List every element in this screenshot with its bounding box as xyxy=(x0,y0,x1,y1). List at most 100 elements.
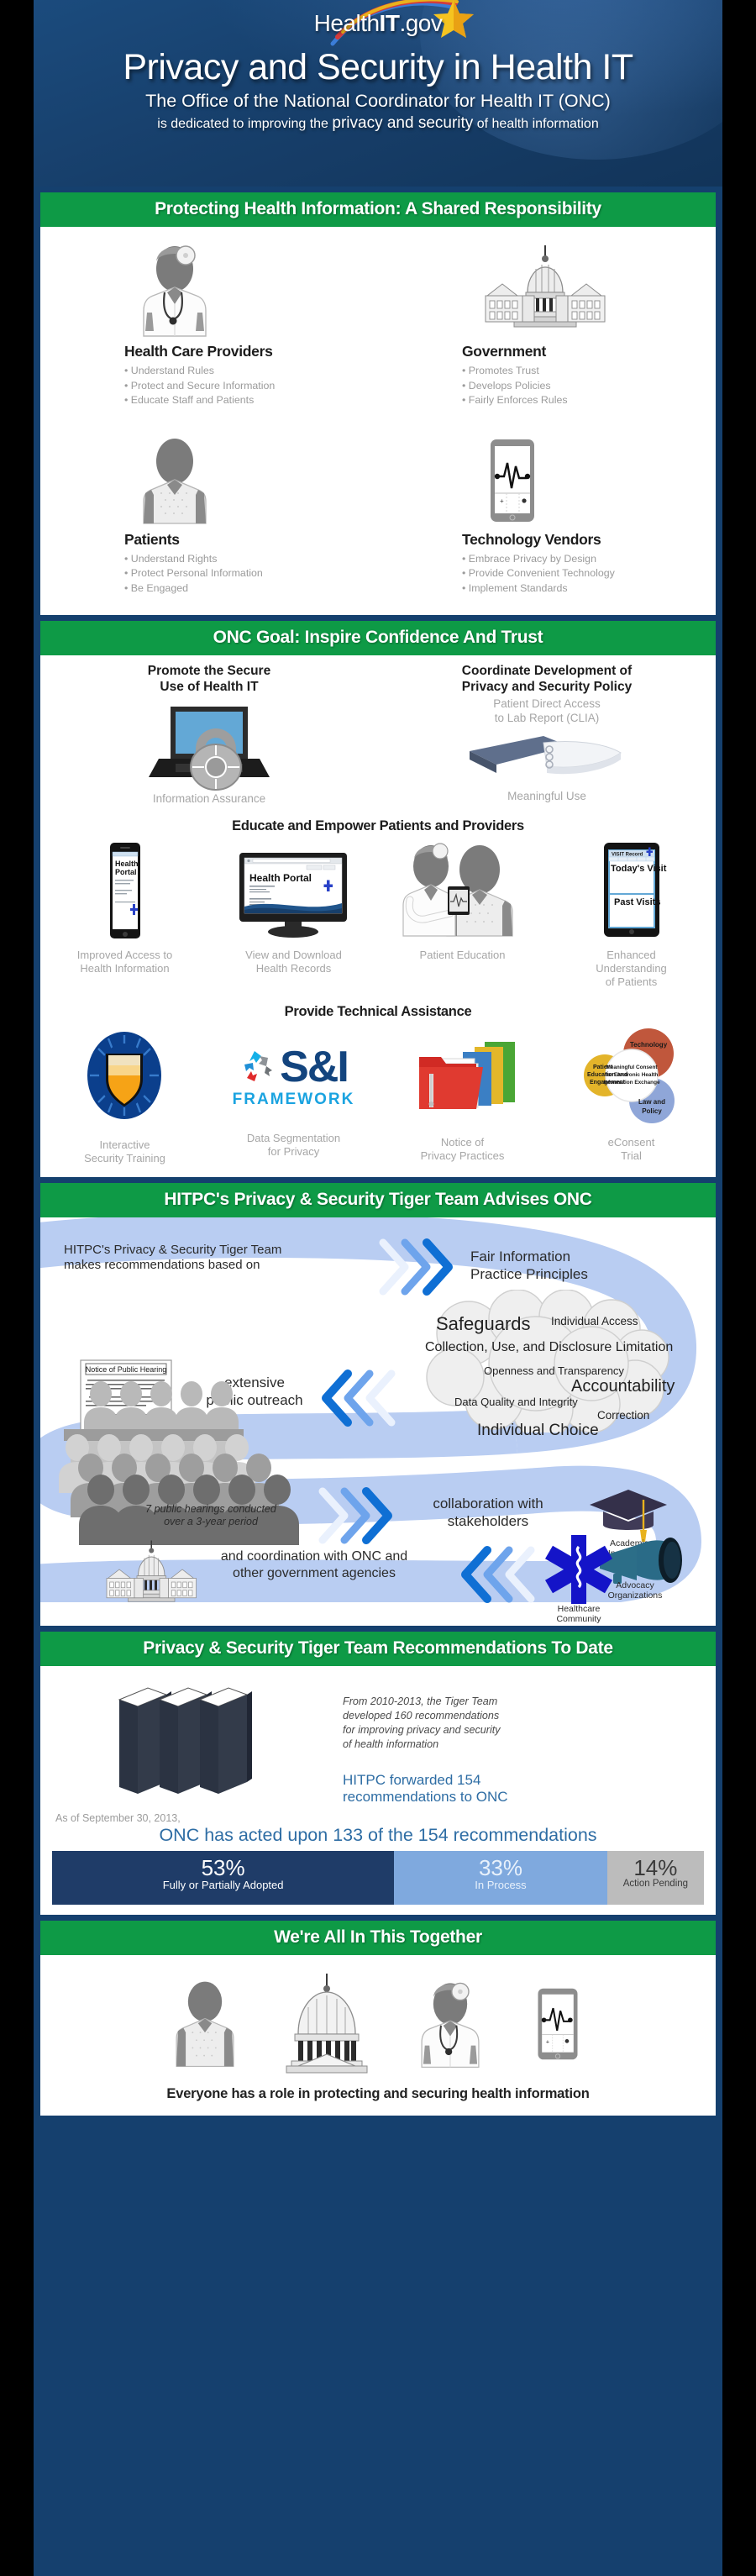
stat-label: In Process xyxy=(475,1878,527,1891)
tablet-visit-record-icon: VISIT Record Today's Visit Past Visits xyxy=(603,843,666,938)
educate-item-tablet: VISIT Record Today's Visit Past Visits E… xyxy=(547,841,716,989)
recommendations-as-of: As of September 30, 2013, xyxy=(55,1811,181,1824)
binder-icon xyxy=(378,728,716,790)
tagline-pre: is dedicated to improving the xyxy=(157,117,333,132)
flyer-title: Notice of Public Hearing xyxy=(86,1365,167,1374)
stakeholder-label-healthcare: Healthcare Community xyxy=(556,1603,601,1624)
stat-segment-pending: 14% Action Pending xyxy=(606,1850,704,1905)
stakeholder-bullets: Promotes Trust Develops Policies Fairly … xyxy=(462,364,716,408)
tablet-screen-header: VISIT Record xyxy=(612,853,643,858)
goal-right-caption: Meaningful Use xyxy=(507,790,586,803)
footer-icon-row: + xyxy=(40,1967,716,2076)
panel-together: + Everyone has a role in protecting and … xyxy=(40,1954,716,2116)
page-tagline: is dedicated to improving the privacy an… xyxy=(34,114,722,134)
bullet: Fairly Enforces Rules xyxy=(462,393,716,408)
laptop-lock-icon xyxy=(40,698,378,791)
recommendations-stat-bar: 53% Fully or Partially Adopted 33% In Pr… xyxy=(52,1850,704,1905)
panel-recommendations: From 2010-2013, the Tiger Team developed… xyxy=(40,1665,716,1915)
panel-onc-goal: Promote the Secure Use of Health IT Info… xyxy=(40,655,716,1177)
flow-step-1-text: HITPC's Privacy & Security Tiger Team ma… xyxy=(64,1242,282,1273)
phone-screen-line2: Portal xyxy=(115,868,137,876)
phone-screen-line1: Health xyxy=(115,860,139,868)
econsent-venn-icon: Technology Patient Education and Engagem… xyxy=(583,1028,675,1123)
tablet-ekg-icon: + xyxy=(462,432,716,526)
stakeholder-grid: Health Care Providers Understand Rules P… xyxy=(40,227,716,615)
cloud-word-individual-access: Individual Access xyxy=(551,1314,638,1327)
svg-text:+: + xyxy=(500,497,504,505)
logo-health-text: Health xyxy=(313,10,380,36)
cloud-word-openness: Openness and Transparency xyxy=(484,1364,624,1377)
cloud-word-accountability: Accountability xyxy=(571,1376,675,1396)
stat-percent: 53% xyxy=(201,1854,245,1880)
si-framework-subtext: FRAMEWORK xyxy=(232,1090,355,1108)
stakeholder-card-providers: Health Care Providers Understand Rules P… xyxy=(40,239,378,413)
band-tiger-team: HITPC's Privacy & Security Tiger Team Ad… xyxy=(40,1182,716,1217)
bullet: Embrace Privacy by Design xyxy=(462,552,716,567)
security-shield-icon xyxy=(87,1031,161,1119)
footer-block: + Everyone has a role in protecting and … xyxy=(40,1955,716,2116)
bullet: Promotes Trust xyxy=(462,364,716,379)
stat-percent: 33% xyxy=(478,1854,522,1880)
bullet: Understand Rights xyxy=(124,552,378,567)
cloud-word-collection-use: Collection, Use, and Disclosure Limitati… xyxy=(425,1339,674,1354)
goal-coordinate-policy: Coordinate Development of Privacy and Se… xyxy=(378,664,716,807)
cloud-word-correction: Correction xyxy=(597,1408,650,1422)
goal-right-subtitle: Patient Direct Access to Lab Report (CLI… xyxy=(493,697,601,725)
assistance-caption: Interactive Security Training xyxy=(84,1138,165,1164)
infographic-poster: HealthIT.gov Privacy and Security in Hea… xyxy=(34,0,722,2576)
goal-right-title: Coordinate Development of Privacy and Se… xyxy=(461,663,633,694)
educate-item-mobile: Health Portal Improved Access to Health … xyxy=(40,841,209,989)
educate-item-patient-education: Patient Education xyxy=(378,841,547,989)
stakeholder-title: Government xyxy=(462,343,547,360)
stat-label: Fully or Partially Adopted xyxy=(162,1878,284,1891)
healthit-logo-text: HealthIT.gov xyxy=(34,12,722,35)
band-recommendations: Privacy & Security Tiger Team Recommenda… xyxy=(40,1631,716,1666)
cloud-word-safeguards: Safeguards xyxy=(436,1312,531,1334)
bullet: Implement Standards xyxy=(462,581,716,597)
assistance-heading: Provide Technical Assistance xyxy=(284,1003,472,1019)
file-folders-icon xyxy=(418,1041,515,1109)
recommendations-body: From 2010-2013, the Tiger Team developed… xyxy=(40,1666,716,1915)
star-of-life-icon xyxy=(544,1534,613,1604)
stat-percent: 14% xyxy=(633,1854,678,1880)
flow-step-1-target: Fair Information Practice Principles xyxy=(470,1248,588,1282)
si-framework-arrows-icon xyxy=(244,1050,273,1081)
tagline-post: of health information xyxy=(473,117,599,132)
educate-item-desktop: Health Portal View and Download Health R… xyxy=(209,841,378,989)
flow-step-4-text: and coordination with ONC and other gove… xyxy=(220,1548,408,1580)
patient-icon xyxy=(124,432,378,526)
svg-text:Law and: Law and xyxy=(638,1098,664,1106)
band-shared-responsibility: Protecting Health Information: A Shared … xyxy=(40,192,716,227)
educate-caption: Patient Education xyxy=(419,949,506,962)
bullet: Understand Rules xyxy=(124,364,378,379)
monitor-screen-title: Health Portal xyxy=(249,872,312,884)
logo-it-text: IT xyxy=(379,10,400,36)
assistance-item-si-framework: S&I FRAMEWORK Data Segmentation for Priv… xyxy=(209,1027,378,1165)
bullet: Be Engaged xyxy=(124,581,378,597)
flow-step-4-row: and coordination with ONC and other gove… xyxy=(40,1503,716,1626)
assistance-caption: Data Segmentation for Privacy xyxy=(246,1131,341,1158)
bullet: Protect Personal Information xyxy=(124,566,378,581)
svg-text:Policy: Policy xyxy=(642,1107,662,1115)
assistance-item-security-training: Interactive Security Training xyxy=(40,1027,209,1165)
stakeholder-title: Patients xyxy=(124,530,180,548)
assistance-item-notice-privacy: Notice of Privacy Practices xyxy=(378,1027,547,1165)
bullet: Develops Policies xyxy=(462,379,716,394)
doctor-patient-tablet-icon xyxy=(402,843,513,937)
footer-caption: Everyone has a role in protecting and se… xyxy=(166,2085,590,2101)
panel-tiger-team-flow: HITPC's Privacy & Security Tiger Team ma… xyxy=(40,1217,716,1626)
capitol-dome-icon xyxy=(286,1973,368,2074)
stakeholder-card-government: Government Promotes Trust Develops Polic… xyxy=(378,239,716,413)
stakeholder-bullets: Understand Rights Protect Personal Infor… xyxy=(124,552,378,597)
educate-heading: Educate and Empower Patients and Provide… xyxy=(232,818,524,834)
svg-text:Information Exchange: Information Exchange xyxy=(603,1080,660,1086)
assistance-caption: Notice of Privacy Practices xyxy=(420,1135,505,1162)
panel-shared-responsibility: Health Care Providers Understand Rules P… xyxy=(40,227,716,615)
stakeholder-card-vendors: + Technology Vendors Embrace Privacy by … xyxy=(378,413,716,602)
bullet: Protect and Secure Information xyxy=(124,379,378,394)
svg-text:+: + xyxy=(546,2039,549,2045)
desktop-monitor-icon: Health Portal xyxy=(239,853,347,938)
cloud-word-individual-choice: Individual Choice xyxy=(477,1421,599,1439)
tagline-emphasis: privacy and security xyxy=(332,114,474,133)
doctor-icon xyxy=(421,1982,480,2068)
